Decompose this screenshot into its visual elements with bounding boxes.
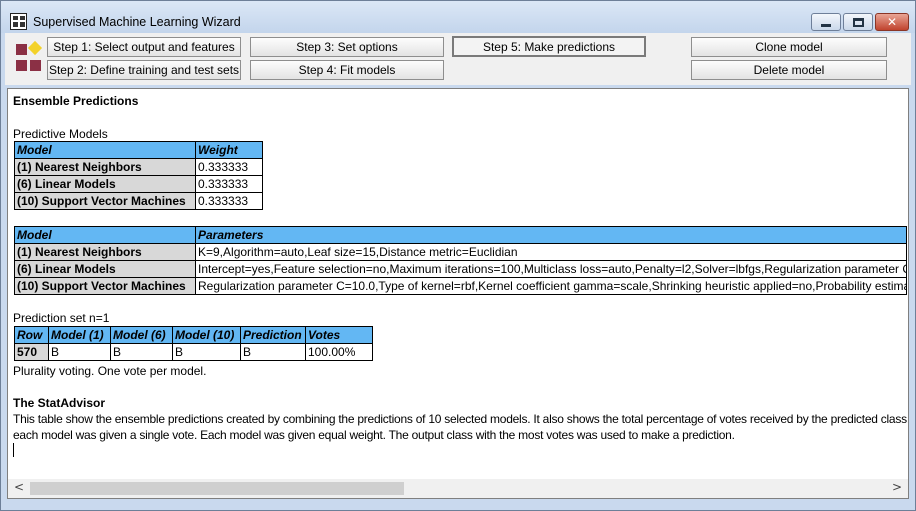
title-bar[interactable]: Supervised Machine Learning Wizard ✕: [1, 1, 915, 33]
header-cell: Model: [14, 141, 196, 159]
minimize-icon: [821, 23, 831, 27]
parameters-cell: K=9,Algorithm=auto,Leaf size=15,Distance…: [195, 243, 907, 261]
table-row: (1) Nearest Neighbors K=9,Algorithm=auto…: [14, 243, 907, 261]
table-row: (6) Linear Models 0.333333: [14, 175, 263, 193]
model-cell: (1) Nearest Neighbors: [14, 158, 196, 176]
weights-table: Model Weight (1) Nearest Neighbors 0.333…: [14, 141, 263, 210]
header-cell: Model (1): [48, 326, 111, 344]
model-6-cell: B: [110, 343, 173, 361]
step4-button[interactable]: Step 4: Fit models: [250, 60, 444, 80]
wizard-toolbar: Step 1: Select output and features Step …: [5, 33, 911, 85]
table-row: (10) Support Vector Machines 0.333333: [14, 192, 263, 210]
app-icon: [10, 13, 27, 30]
weight-cell: 0.333333: [195, 175, 263, 193]
scrollbar-thumb[interactable]: [30, 482, 404, 495]
model-10-cell: B: [172, 343, 241, 361]
wizard-logo-icon: [14, 40, 44, 75]
output-pane[interactable]: Ensemble Predictions Predictive Models M…: [7, 88, 909, 499]
weight-cell: 0.333333: [195, 158, 263, 176]
header-cell: Model (6): [110, 326, 173, 344]
table-row: (1) Nearest Neighbors 0.333333: [14, 158, 263, 176]
header-cell: Row: [14, 326, 49, 344]
parameters-cell: Regularization parameter C=10.0,Type of …: [195, 277, 907, 295]
header-cell: Prediction: [240, 326, 306, 344]
minimize-button[interactable]: [811, 13, 841, 31]
statadvisor-text-line1: This table show the ensemble predictions…: [13, 412, 909, 426]
table-row: 570 B B B B 100.00%: [14, 343, 373, 361]
header-cell: Weight: [195, 141, 263, 159]
window-title: Supervised Machine Learning Wizard: [33, 15, 241, 29]
scroll-right-icon[interactable]: >: [892, 480, 902, 494]
parameters-table: Model Parameters (1) Nearest Neighbors K…: [14, 226, 907, 295]
step1-button[interactable]: Step 1: Select output and features: [47, 37, 241, 57]
parameters-cell: Intercept=yes,Feature selection=no,Maxim…: [195, 260, 907, 278]
model-cell: (10) Support Vector Machines: [14, 192, 196, 210]
table-header-row: Row Model (1) Model (6) Model (10) Predi…: [14, 326, 373, 344]
prediction-table: Row Model (1) Model (6) Model (10) Predi…: [14, 326, 373, 361]
table-row: (10) Support Vector Machines Regularizat…: [14, 277, 907, 295]
voting-note: Plurality voting. One vote per model.: [13, 364, 207, 378]
horizontal-scrollbar[interactable]: < >: [8, 479, 908, 498]
maximize-button[interactable]: [843, 13, 873, 31]
table-header-row: Model Weight: [14, 141, 263, 159]
clone-model-button[interactable]: Clone model: [691, 37, 887, 57]
wizard-window: Supervised Machine Learning Wizard ✕ Ste…: [0, 0, 916, 511]
header-cell: Parameters: [195, 226, 907, 244]
section-heading: Ensemble Predictions: [13, 94, 139, 108]
close-button[interactable]: ✕: [875, 13, 909, 31]
table-row: (6) Linear Models Intercept=yes,Feature …: [14, 260, 907, 278]
statadvisor-heading: The StatAdvisor: [13, 396, 106, 410]
header-cell: Model: [14, 226, 196, 244]
model-1-cell: B: [48, 343, 111, 361]
step2-button[interactable]: Step 2: Define training and test sets: [47, 60, 241, 80]
model-cell: (6) Linear Models: [14, 260, 196, 278]
maximize-icon: [852, 17, 864, 27]
delete-model-button[interactable]: Delete model: [691, 60, 887, 80]
header-cell: Votes: [305, 326, 373, 344]
scroll-left-icon[interactable]: <: [14, 480, 24, 494]
row-id-cell: 570: [14, 343, 49, 361]
step5-button[interactable]: Step 5: Make predictions: [452, 36, 646, 57]
prediction-set-label: Prediction set n=1: [13, 311, 110, 325]
predictive-models-label: Predictive Models: [13, 127, 108, 141]
prediction-cell: B: [240, 343, 306, 361]
model-cell: (1) Nearest Neighbors: [14, 243, 196, 261]
model-cell: (6) Linear Models: [14, 175, 196, 193]
header-cell: Model (10): [172, 326, 241, 344]
weight-cell: 0.333333: [195, 192, 263, 210]
text-cursor: [13, 443, 14, 457]
close-icon: ✕: [886, 15, 898, 29]
model-cell: (10) Support Vector Machines: [14, 277, 196, 295]
statadvisor-text-line2: each model was given a single vote. Each…: [13, 428, 735, 442]
votes-cell: 100.00%: [305, 343, 373, 361]
step3-button[interactable]: Step 3: Set options: [250, 37, 444, 57]
table-header-row: Model Parameters: [14, 226, 907, 244]
